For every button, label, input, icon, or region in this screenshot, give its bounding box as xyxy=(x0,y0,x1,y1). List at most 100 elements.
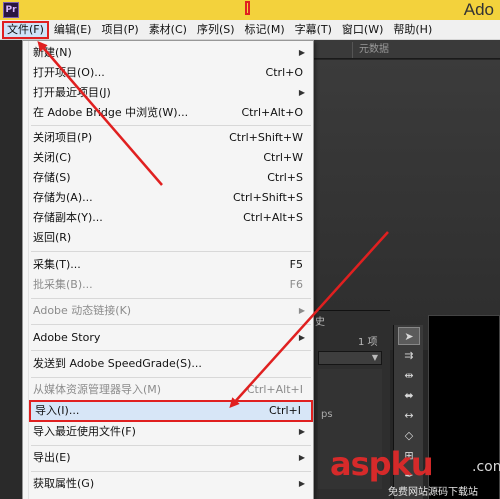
menu-item-shortcut: Ctrl+Alt+O xyxy=(241,106,303,119)
tab-metadata[interactable]: 元数据 xyxy=(352,42,395,58)
menu-item-label: 导入最近使用文件(F) xyxy=(33,425,136,438)
menu-item-browse-bridge[interactable]: 在 Adobe Bridge 中浏览(W)... Ctrl+Alt+O xyxy=(29,103,313,123)
razor-tool-icon[interactable]: ◇ xyxy=(398,427,420,445)
menu-item-label: 从媒体资源管理器导入(M) xyxy=(33,383,162,396)
menu-item-shortcut: Ctrl+Shift+S xyxy=(233,191,303,204)
menu-edit[interactable]: 编辑(E) xyxy=(49,21,97,39)
menu-item-label: 关闭项目(P) xyxy=(33,131,93,144)
selection-tool-icon[interactable]: ➤ xyxy=(398,327,420,345)
menu-item-shortcut: F6 xyxy=(289,278,303,291)
watermark: aspku .com 免费网站源码下载站 xyxy=(330,445,500,499)
menu-item-label: 返回(R) xyxy=(33,231,72,244)
menu-item-label: 导入(I)... xyxy=(35,404,80,417)
submenu-arrow-icon: ▶ xyxy=(298,479,305,488)
menu-item-label: 关闭(C) xyxy=(33,151,72,164)
submenu-arrow-icon: ▶ xyxy=(298,453,305,462)
menu-separator xyxy=(31,125,311,126)
rate-stretch-tool-icon[interactable]: ↔ xyxy=(398,407,420,425)
menu-item-label: 发送到 Adobe SpeedGrade(S)... xyxy=(33,357,202,370)
menu-separator xyxy=(31,251,311,252)
menu-item-new[interactable]: 新建(N) ▶ xyxy=(29,43,313,63)
menu-item-label: 采集(T)... xyxy=(33,258,81,271)
menu-item-shortcut: Ctrl+I xyxy=(268,404,301,417)
track-select-tool-icon[interactable]: ⇉ xyxy=(398,347,420,365)
menu-item-label: Adobe Story xyxy=(33,331,101,344)
menu-item-open-recent[interactable]: 打开最近项目(J) ▶ xyxy=(29,83,313,103)
list-item-text: ps xyxy=(321,409,333,420)
menu-title[interactable]: 字幕(T) xyxy=(290,21,337,39)
menu-item-dynamic-link: Adobe 动态链接(K) ▶ xyxy=(29,301,313,321)
rolling-edit-tool-icon[interactable]: ⬌ xyxy=(398,387,420,405)
menu-item-label: 打开最近项目(J) xyxy=(33,86,111,99)
menu-item-save-as[interactable]: 存储为(A)... Ctrl+Shift+S xyxy=(29,188,313,208)
menu-item-save-copy[interactable]: 存储副本(Y)... Ctrl+Alt+S xyxy=(29,208,313,228)
watermark-logo: aspku xyxy=(330,445,434,483)
menu-item-open-project[interactable]: 打开项目(O)... Ctrl+O xyxy=(29,63,313,83)
menu-item-label: 获取属性(G) xyxy=(33,477,95,490)
menu-item-label: 批采集(B)... xyxy=(33,278,93,291)
workspace: 元数据 史 1 项 ▼ ps ➤ ⇉ ⇹ ⬌ ↔ ◇ ⊞ ✒ xyxy=(310,40,500,499)
menu-separator xyxy=(31,350,311,351)
menu-separator xyxy=(31,377,311,378)
menu-file[interactable]: 文件(F) xyxy=(2,20,49,39)
menu-bar: 文件(F) 编辑(E) 项目(P) 素材(C) 序列(S) 标记(M) 字幕(T… xyxy=(0,20,500,40)
menu-item-revert[interactable]: 返回(R) xyxy=(29,228,313,248)
menu-item-shortcut: Ctrl+Alt+S xyxy=(243,211,303,224)
file-dropdown-menu: 新建(N) ▶ 打开项目(O)... Ctrl+O 打开最近项目(J) ▶ 在 … xyxy=(22,40,314,499)
menu-separator xyxy=(31,445,311,446)
ripple-edit-tool-icon[interactable]: ⇹ xyxy=(398,367,420,385)
panel-dropdown[interactable]: ▼ xyxy=(318,351,382,365)
menu-item-close[interactable]: 关闭(C) Ctrl+W xyxy=(29,148,313,168)
tab-history[interactable]: 史 xyxy=(315,313,325,328)
submenu-arrow-icon: ▶ xyxy=(298,427,305,436)
menu-item-label: 打开项目(O)... xyxy=(33,66,105,79)
menu-item-shortcut: Ctrl+O xyxy=(265,66,303,79)
menu-item-label: 存储为(A)... xyxy=(33,191,93,204)
item-count: 1 项 xyxy=(358,337,378,348)
menu-sequence[interactable]: 序列(S) xyxy=(192,21,240,39)
menu-item-import-media-browser: 从媒体资源管理器导入(M) Ctrl+Alt+I xyxy=(29,380,313,400)
menu-item-label: 在 Adobe Bridge 中浏览(W)... xyxy=(33,106,189,119)
menu-item-get-properties[interactable]: 获取属性(G) ▶ xyxy=(29,474,313,494)
watermark-subtitle: 免费网站源码下载站 xyxy=(388,487,478,498)
menu-item-send-speedgrade[interactable]: 发送到 Adobe SpeedGrade(S)... xyxy=(29,354,313,374)
menu-item-shortcut: F5 xyxy=(289,258,303,271)
menu-item-shortcut: Ctrl+Alt+I xyxy=(246,383,303,396)
menu-item-label: 新建(N) xyxy=(33,46,72,59)
menu-item-import-recent[interactable]: 导入最近使用文件(F) ▶ xyxy=(29,422,313,442)
title-bar: Pr Ado xyxy=(0,0,500,20)
menu-item-export[interactable]: 导出(E) ▶ xyxy=(29,448,313,468)
chevron-down-icon: ▼ xyxy=(371,353,378,362)
submenu-arrow-icon: ▶ xyxy=(298,48,305,57)
menu-item-shortcut: Ctrl+S xyxy=(267,171,303,184)
menu-item-close-project[interactable]: 关闭项目(P) Ctrl+Shift+W xyxy=(29,128,313,148)
menu-item-batch-capture: 批采集(B)... F6 xyxy=(29,275,313,295)
menu-item-label: 导出(E) xyxy=(33,451,71,464)
menu-separator xyxy=(31,324,311,325)
app-title: Ado xyxy=(463,0,494,19)
menu-window[interactable]: 窗口(W) xyxy=(337,21,388,39)
submenu-arrow-icon: ▶ xyxy=(298,333,305,342)
menu-item-import[interactable]: 导入(I)... Ctrl+I xyxy=(29,400,313,422)
menu-project[interactable]: 项目(P) xyxy=(96,21,143,39)
menu-item-label: 存储(S) xyxy=(33,171,71,184)
menu-separator xyxy=(31,298,311,299)
source-panel xyxy=(310,60,500,350)
watermark-domain: .com xyxy=(472,459,500,475)
menu-item-label: Adobe 动态链接(K) xyxy=(33,304,132,317)
menu-item-shortcut: Ctrl+W xyxy=(263,151,303,164)
menu-marker[interactable]: 标记(M) xyxy=(240,21,290,39)
menu-item-save[interactable]: 存储(S) Ctrl+S xyxy=(29,168,313,188)
menu-item-label: 存储副本(Y)... xyxy=(33,211,103,224)
submenu-arrow-icon: ▶ xyxy=(298,306,305,315)
menu-item-adobe-story[interactable]: Adobe Story ▶ xyxy=(29,328,313,348)
menu-clip[interactable]: 素材(C) xyxy=(144,21,192,39)
submenu-arrow-icon: ▶ xyxy=(298,88,305,97)
panel-tab-bar: 元数据 xyxy=(310,40,500,59)
annotation-marker xyxy=(245,1,250,15)
menu-item-capture[interactable]: 采集(T)... F5 xyxy=(29,255,313,275)
menu-help[interactable]: 帮助(H) xyxy=(388,21,437,39)
premiere-app-icon[interactable]: Pr xyxy=(3,2,19,18)
menu-separator xyxy=(31,471,311,472)
menu-item-shortcut: Ctrl+Shift+W xyxy=(229,131,303,144)
